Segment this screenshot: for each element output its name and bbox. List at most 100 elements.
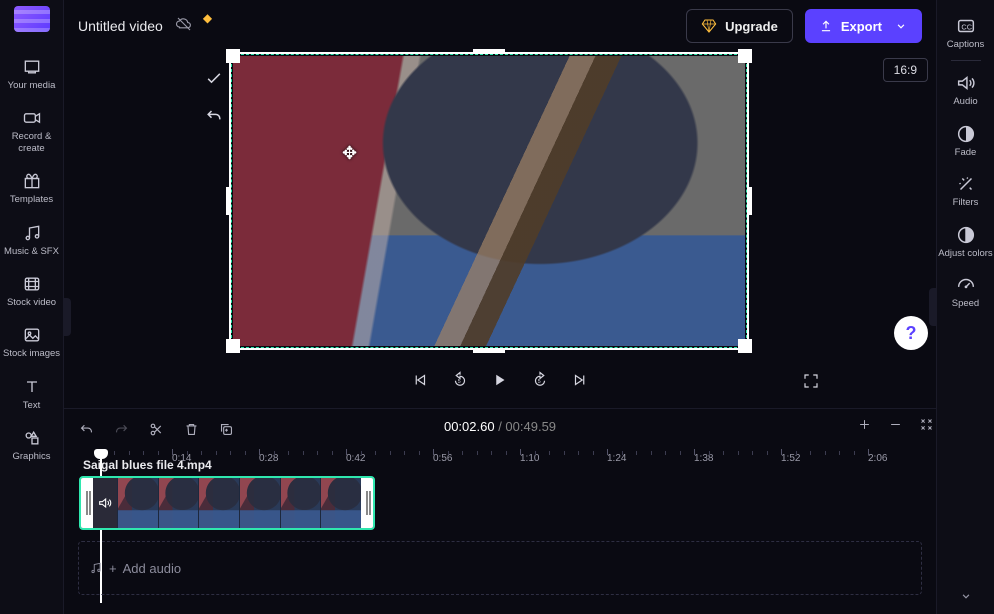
nav-label: Music & SFX [2,244,62,257]
resize-handle-br[interactable] [738,339,752,353]
resize-handle-right[interactable] [749,187,752,215]
revert-button[interactable] [198,102,230,130]
audio-track-empty[interactable]: + Add audio [78,541,922,595]
sparkle-icon [938,172,994,196]
chevron-down-icon [894,19,908,33]
time-readout: 00:02.60 / 00:49.59 [444,419,556,434]
diamond-icon [701,18,717,34]
add-audio-label: Add audio [123,561,182,576]
rnav-fade[interactable]: Fade [938,122,994,158]
rnav-label: Audio [938,95,994,107]
clip-trim-right[interactable] [361,478,373,528]
resize-handle-top[interactable] [473,49,505,52]
rnav-label: Speed [938,297,994,309]
contrast-icon [938,223,994,247]
nav-record-create[interactable]: Record & create [2,103,62,160]
upgrade-button[interactable]: Upgrade [686,9,793,43]
nav-stock-video[interactable]: Stock video [2,269,62,314]
preview-area: 16:9 ✥ ? [64,52,936,356]
split-button[interactable] [148,421,165,438]
shapes-icon [2,427,62,449]
music-icon [2,222,62,244]
plus-icon: + [109,561,117,576]
rnav-label: Captions [938,38,994,50]
ruler-tick: 0:28 [259,453,278,464]
nav-label: Graphics [2,449,62,462]
svg-text:CC: CC [961,23,972,32]
clip-trim-left[interactable] [81,478,93,528]
nav-your-media[interactable]: Your media [2,52,62,97]
divider [951,60,981,61]
project-title[interactable]: Untitled video [78,18,163,34]
ruler-tick: 1:38 [694,453,713,464]
upload-icon [819,19,833,33]
tracks: Saigal blues file 4.mp4 + Add audio [78,475,922,595]
left-sidebar: Your media Record & create Templates Mus… [0,0,64,614]
rnav-captions[interactable]: CC Captions [938,14,994,50]
rewind-5s-button[interactable]: 5 [451,371,469,394]
gauge-icon [938,273,994,297]
nav-label: Text [2,398,62,411]
rnav-speed[interactable]: Speed [938,273,994,309]
video-clip[interactable] [79,476,375,530]
redo-button[interactable] [113,421,130,438]
nav-music-sfx[interactable]: Music & SFX [2,218,62,263]
collapse-right-rail[interactable] [938,586,994,606]
skip-start-button[interactable] [411,371,429,394]
duplicate-button[interactable] [218,421,235,438]
image-icon [2,324,62,346]
nav-stock-images[interactable]: Stock images [2,320,62,365]
nav-templates[interactable]: Templates [2,166,62,211]
music-note-icon [89,561,103,575]
playback-controls: 5 5 [64,356,936,408]
resize-handle-bottom[interactable] [473,350,505,353]
rnav-label: Fade [938,146,994,158]
resize-handle-tr[interactable] [738,49,752,63]
nav-graphics[interactable]: Graphics [2,423,62,468]
rnav-label: Adjust colors [938,247,994,259]
ruler-tick: 0:56 [433,453,452,464]
ruler-tick: 1:24 [607,453,626,464]
video-track[interactable]: Saigal blues file 4.mp4 [78,475,922,531]
camera-icon [2,107,62,129]
resize-handle-left[interactable] [226,187,229,215]
skip-end-button[interactable] [571,371,589,394]
confirm-button[interactable] [198,64,230,92]
nav-label: Stock video [2,295,62,308]
canvas[interactable]: ✥ [229,52,749,350]
ruler-tick: 1:10 [520,453,539,464]
resize-handle-bl[interactable] [226,339,240,353]
zoom-controls [857,417,934,432]
zoom-out-button[interactable] [888,417,903,432]
help-button[interactable]: ? [894,316,928,350]
rnav-filters[interactable]: Filters [938,172,994,208]
clip-audio-icon[interactable] [93,495,117,511]
video-preview[interactable] [233,56,745,346]
nav-text[interactable]: Text [2,372,62,417]
undo-button[interactable] [78,421,95,438]
fade-icon [938,122,994,146]
captions-icon: CC [938,14,994,38]
delete-button[interactable] [183,421,200,438]
rnav-audio[interactable]: Audio [938,71,994,107]
nav-label: Templates [2,192,62,205]
text-icon [2,376,62,398]
rnav-adjust-colors[interactable]: Adjust colors [938,223,994,259]
fullscreen-button[interactable] [802,372,820,395]
zoom-fit-button[interactable] [919,417,934,432]
media-icon [2,56,62,78]
export-label: Export [841,19,882,34]
forward-5s-button[interactable]: 5 [531,371,549,394]
export-button[interactable]: Export [805,9,922,43]
aspect-ratio-chip[interactable]: 16:9 [883,58,928,82]
clip-thumbnails [117,478,361,528]
ruler-tick: 2:06 [868,453,887,464]
cloud-sync-off-icon[interactable] [175,15,193,38]
right-sidebar: CC Captions Audio Fade Filters Adjust co… [936,0,994,614]
gift-icon [2,170,62,192]
topbar: Untitled video ◆ Upgrade Export [64,0,936,52]
play-button[interactable] [491,371,509,394]
upgrade-label: Upgrade [725,19,778,34]
ruler-tick: 0:42 [346,453,365,464]
zoom-in-button[interactable] [857,417,872,432]
